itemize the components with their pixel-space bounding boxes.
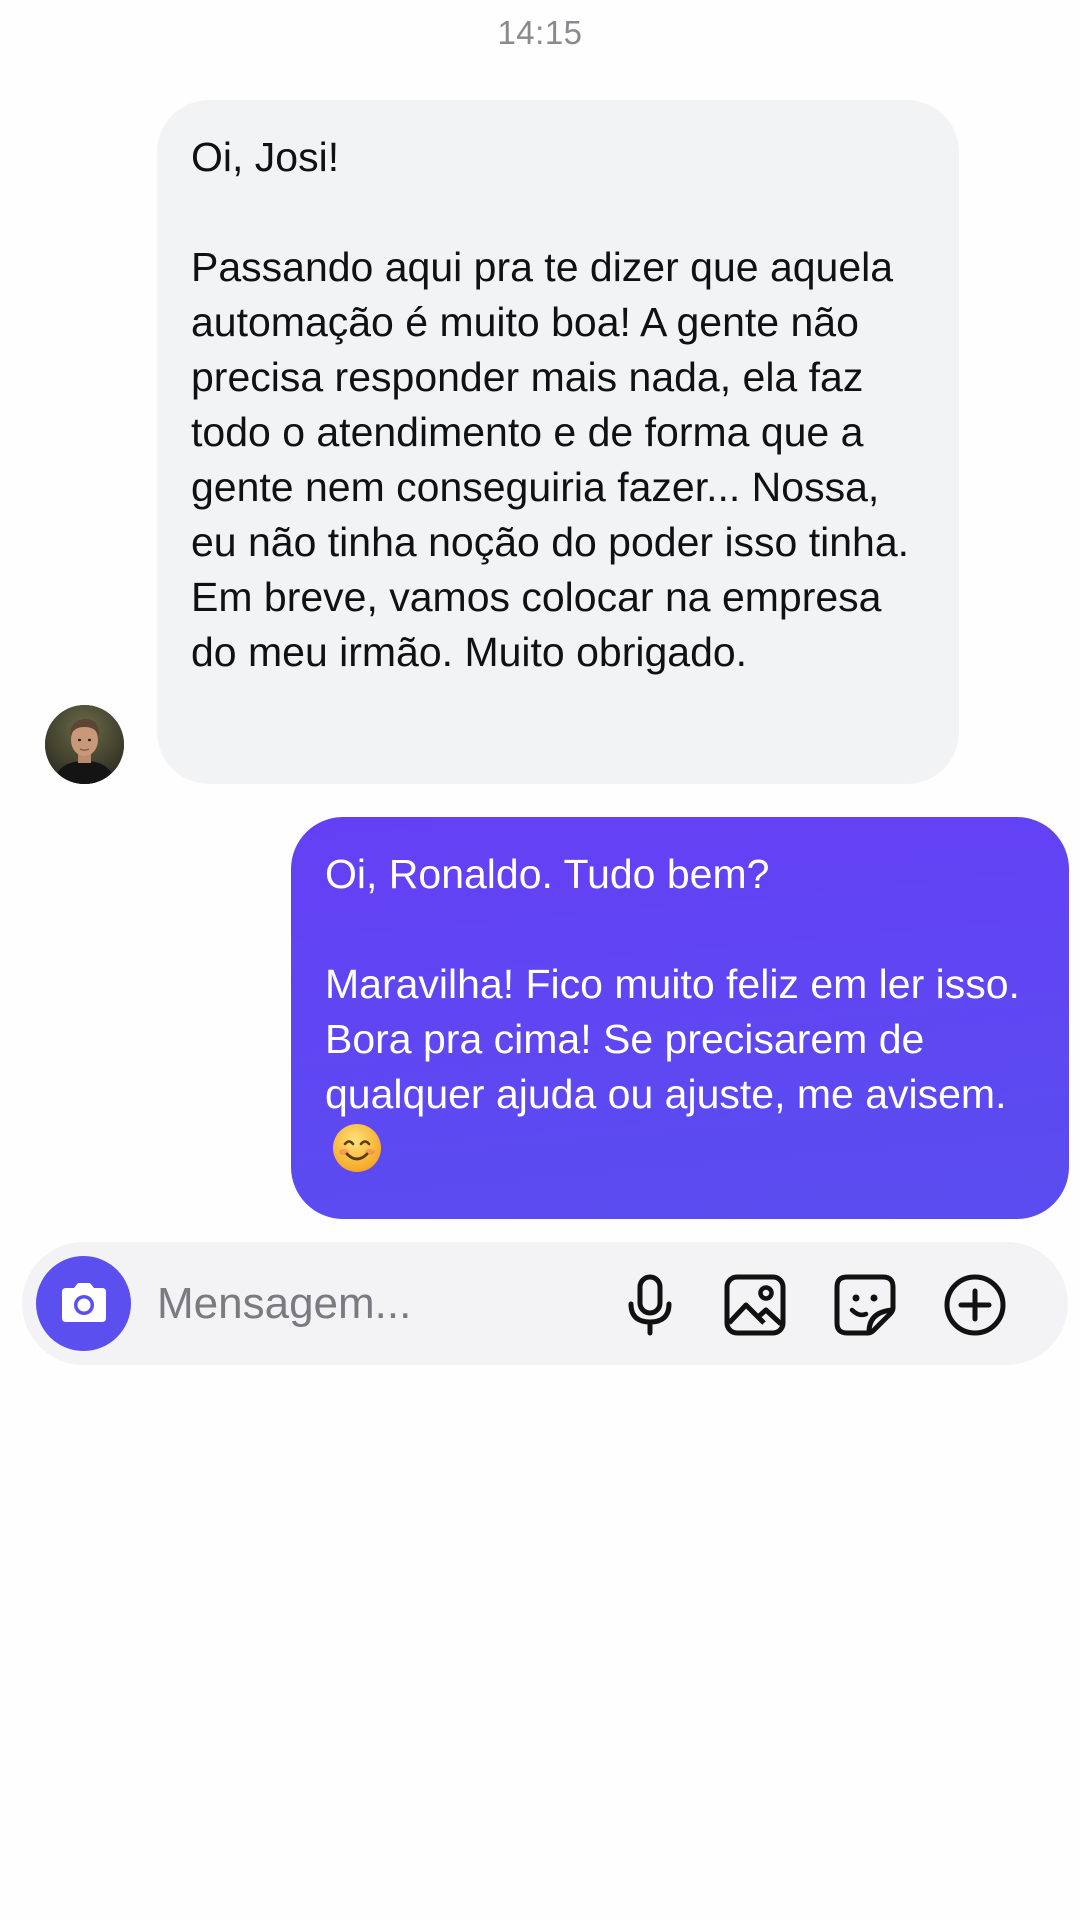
message-timestamp: 14:15 [497, 14, 583, 51]
message-body: Passando aqui pra te dizer que aquela au… [191, 244, 910, 675]
reply-body: Maravilha! Fico muito feliz em ler isso.… [325, 961, 1020, 1117]
gallery-button[interactable] [722, 1272, 788, 1338]
outgoing-message-bubble[interactable]: Oi, Ronaldo. Tudo bem? Maravilha! Fico m… [291, 817, 1069, 1219]
message-input[interactable] [157, 1242, 597, 1365]
reply-greeting: Oi, Ronaldo. Tudo bem? [325, 851, 770, 897]
more-options-button[interactable] [942, 1272, 1008, 1338]
reply-body-wrapper: Maravilha! Fico muito feliz em ler isso.… [325, 957, 1035, 1178]
plus-circle-icon [944, 1274, 1006, 1336]
message-greeting: Oi, Josi! [191, 134, 340, 180]
message-composer [22, 1242, 1068, 1365]
incoming-message-bubble[interactable]: Oi, Josi! Passando aqui pra te dizer que… [157, 100, 959, 784]
image-icon [724, 1274, 786, 1336]
chat-screen: 14:15 Oi, Josi! Passando aqui pra te diz… [0, 0, 1080, 1920]
sticker-button[interactable] [832, 1272, 898, 1338]
contact-photo [45, 705, 124, 784]
microphone-icon [628, 1274, 672, 1336]
camera-icon [62, 1283, 106, 1322]
smiling-face-icon [331, 1122, 383, 1174]
avatar[interactable] [45, 705, 124, 784]
sticker-icon [834, 1274, 896, 1336]
voice-message-button[interactable] [617, 1272, 683, 1338]
camera-button[interactable] [36, 1256, 131, 1351]
